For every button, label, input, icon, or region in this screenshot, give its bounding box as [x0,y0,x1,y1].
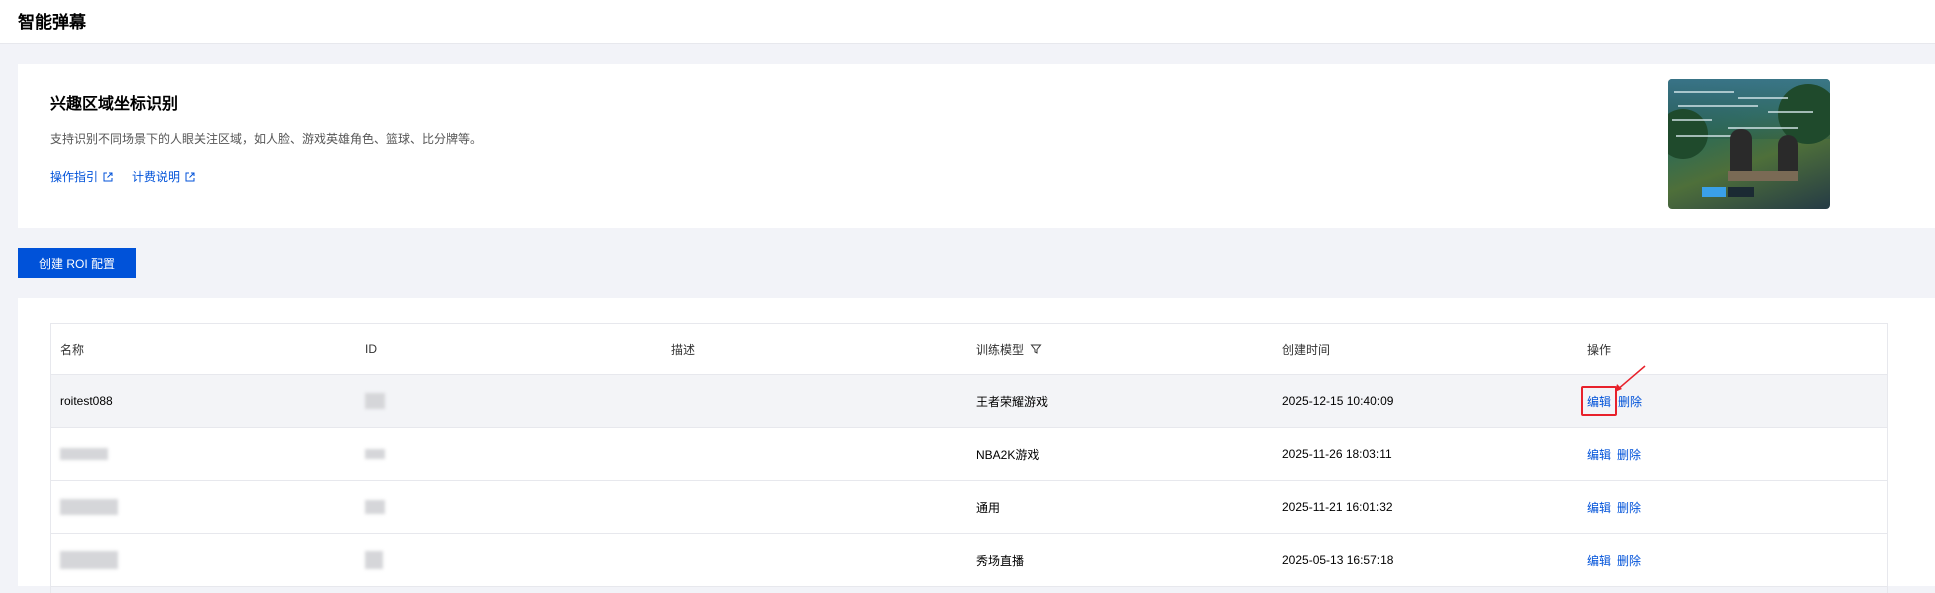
external-link-icon [103,172,113,181]
row-id-redacted [365,428,385,480]
row-model: 王者荣耀游戏 [976,394,1049,409]
table-row: 秀场直播 2025-05-13 16:57:18 编辑 删除 [50,534,1888,587]
delete-button[interactable]: 删除 [1618,393,1642,410]
row-created: 2025-11-26 18:03:11 [1282,447,1392,461]
row-name-redacted [60,481,118,533]
intro-title: 兴趣区域坐标识别 [50,96,179,113]
intro-description: 支持识别不同场景下的人眼关注区域，如人脸、游戏英雄角色、篮球、比分牌等。 [50,132,483,146]
external-link-icon [185,172,195,181]
row-actions: 编辑 删除 [1587,534,1641,586]
edit-button[interactable]: 编辑 [1587,552,1611,569]
guide-link[interactable]: 操作指引 [50,168,114,185]
row-created: 2025-05-13 16:57:18 [1282,553,1394,567]
column-header-actions: 操作 [1587,342,1612,357]
row-name: roitest088 [60,394,113,408]
roi-table: 名称 ID 描述 训练模型 创建时间 操作 roitest088 王者荣耀游戏 … [50,323,1888,587]
edit-button[interactable]: 编辑 [1587,393,1611,410]
billing-link[interactable]: 计费说明 [132,168,196,185]
edit-button[interactable]: 编辑 [1587,446,1611,463]
delete-button[interactable]: 删除 [1617,446,1641,463]
intro-card: 兴趣区域坐标识别 支持识别不同场景下的人眼关注区域，如人脸、游戏英雄角色、篮球、… [18,64,1935,228]
intro-links: 操作指引 计费说明 [50,168,196,185]
edit-button[interactable]: 编辑 [1587,499,1611,516]
page-title: 智能弹幕 [18,13,86,32]
table-row: NBA2K游戏 2025-11-26 18:03:11 编辑 删除 [50,428,1888,481]
billing-link-label: 计费说明 [132,170,181,184]
row-actions: 编辑 删除 [1587,481,1641,533]
row-actions: 编辑 删除 [1587,428,1641,480]
delete-button[interactable]: 删除 [1617,499,1641,516]
row-created: 2025-11-21 16:01:32 [1282,500,1393,514]
table-row: 通用 2025-11-21 16:01:32 编辑 删除 [50,481,1888,534]
column-header-description: 描述 [671,342,696,357]
row-model: 秀场直播 [976,553,1025,568]
column-header-model-label: 训练模型 [976,342,1025,357]
guide-link-label: 操作指引 [50,170,99,184]
row-model: 通用 [976,500,1001,515]
row-name-redacted [60,534,118,586]
row-name-redacted [60,428,108,480]
column-header-model: 训练模型 [976,324,1042,374]
column-header-id: ID [365,342,377,356]
row-created: 2025-12-15 10:40:09 [1282,394,1394,408]
feature-preview-image [1668,79,1830,209]
annotation-arrow [1615,365,1646,392]
column-header-name: 名称 [60,342,85,357]
delete-button[interactable]: 删除 [1617,552,1641,569]
top-bar: 智能弹幕 [0,0,1935,44]
row-id-redacted [365,375,385,427]
row-id-redacted [365,534,383,586]
roi-list-card: 名称 ID 描述 训练模型 创建时间 操作 roitest088 王者荣耀游戏 … [18,298,1935,593]
row-id-redacted [365,481,385,533]
column-header-created: 创建时间 [1282,342,1331,357]
create-roi-button[interactable]: 创建 ROI 配置 [18,248,136,278]
filter-icon[interactable] [1030,343,1042,355]
row-model: NBA2K游戏 [976,447,1040,462]
